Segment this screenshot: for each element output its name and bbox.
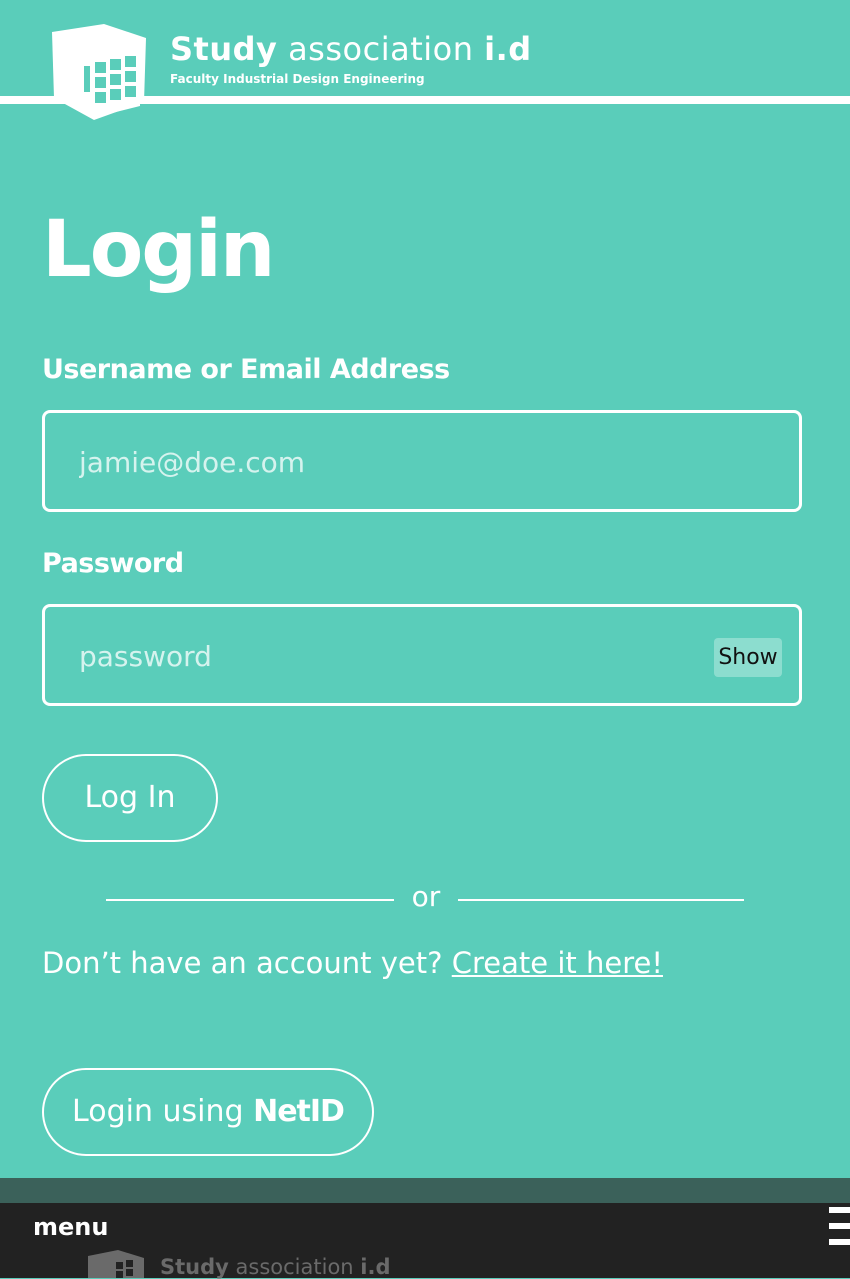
divider-right-line — [458, 899, 744, 901]
footer-brand-bold: Study — [160, 1255, 229, 1279]
hamburger-menu-icon[interactable] — [829, 1205, 850, 1251]
divider-or-text: or — [411, 880, 441, 913]
page-title: Login — [42, 205, 275, 295]
username-input[interactable] — [77, 413, 721, 511]
site-header: Study association i.d Faculty Industrial… — [0, 0, 850, 130]
footer-cube-logo-icon — [88, 1250, 144, 1278]
password-input[interactable] — [77, 607, 721, 705]
footer-brand-light: association — [235, 1255, 354, 1279]
footer-strip — [0, 1178, 850, 1203]
create-account-link[interactable]: Create it here! — [452, 946, 663, 980]
footer-brand-name: Study association i.d — [160, 1255, 391, 1279]
show-password-button[interactable]: Show — [714, 638, 782, 677]
brand-name-light: association — [288, 30, 474, 68]
divider-left-line — [106, 899, 394, 901]
password-label: Password — [42, 548, 184, 579]
brand-tagline: Faculty Industrial Design Engineering — [170, 72, 425, 86]
username-label: Username or Email Address — [42, 354, 450, 385]
brand-name-bold: Study — [170, 30, 278, 68]
netid-brand-text: NetID — [253, 1094, 345, 1129]
brand-name-suffix: i.d — [484, 30, 532, 68]
footer-brand-suffix: i.d — [360, 1255, 391, 1279]
brand-name[interactable]: Study association i.d — [170, 30, 532, 68]
netid-login-button[interactable]: Login using NetID — [42, 1068, 374, 1156]
netid-button-prefix: Login using — [72, 1094, 254, 1129]
signup-prompt-text: Don’t have an account yet? — [42, 946, 452, 980]
menu-button[interactable]: menu — [33, 1213, 108, 1241]
username-field[interactable] — [42, 410, 802, 512]
cube-logo-icon[interactable] — [48, 22, 148, 122]
login-button[interactable]: Log In — [42, 754, 218, 842]
password-field[interactable]: Show — [42, 604, 802, 706]
signup-prompt: Don’t have an account yet? Create it her… — [42, 946, 663, 980]
